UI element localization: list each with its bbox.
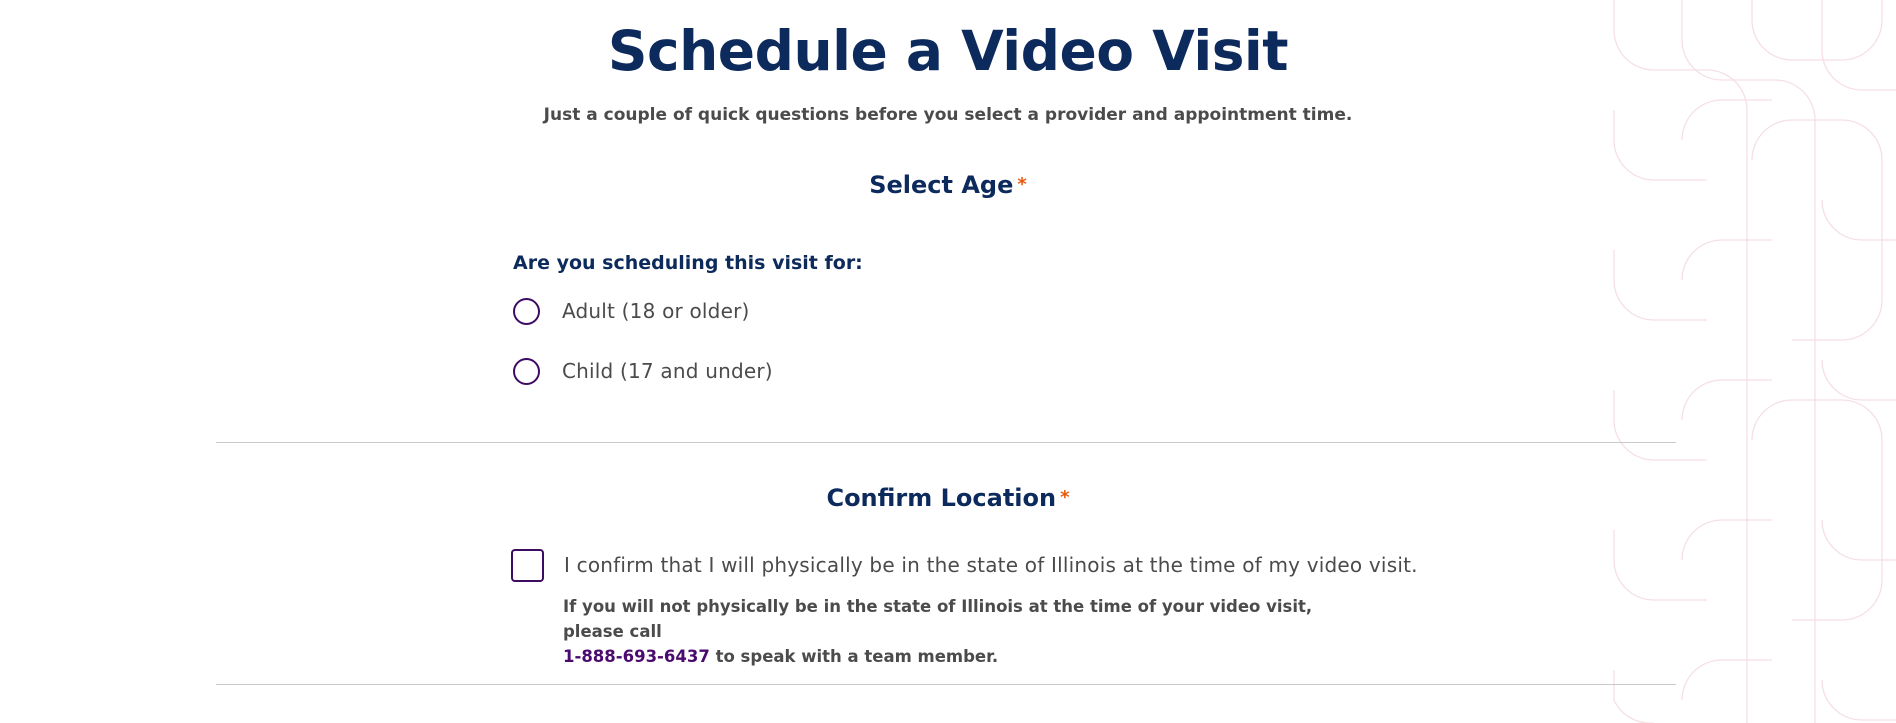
- radio-button-child[interactable]: [513, 357, 540, 385]
- location-help-text: If you will not physically be in the sta…: [563, 597, 1313, 641]
- location-help-note: If you will not physically be in the sta…: [563, 594, 1363, 669]
- location-confirm-label[interactable]: I confirm that I will physically be in t…: [564, 553, 1418, 577]
- location-confirm-checkbox-row[interactable]: I confirm that I will physically be in t…: [511, 548, 1418, 582]
- required-asterisk: *: [1060, 487, 1070, 508]
- location-help-text-end: to speak with a team member.: [709, 647, 999, 666]
- page-title: Schedule a Video Visit: [607, 19, 1289, 83]
- select-age-heading-label: Select Age: [869, 171, 1014, 199]
- phone-number-link[interactable]: 1-888-693-6437: [563, 647, 710, 666]
- required-asterisk: *: [1017, 174, 1027, 195]
- radio-button-adult[interactable]: [513, 297, 540, 325]
- age-question-label: Are you scheduling this visit for:: [513, 252, 863, 274]
- confirm-location-heading: Confirm Location *: [0, 482, 1896, 514]
- radio-option-child[interactable]: Child (17 and under): [513, 355, 773, 387]
- section-divider: [216, 442, 1676, 443]
- confirm-location-heading-label: Confirm Location: [826, 484, 1057, 512]
- radio-label-adult[interactable]: Adult (18 or older): [562, 299, 750, 323]
- location-confirm-checkbox[interactable]: [511, 548, 544, 582]
- section-divider: [216, 684, 1676, 685]
- select-age-heading: Select Age *: [0, 169, 1896, 201]
- schedule-video-visit-page: Schedule a Video Visit Just a couple of …: [0, 0, 1896, 723]
- page-subtitle: Just a couple of quick questions before …: [543, 105, 1353, 125]
- radio-label-child[interactable]: Child (17 and under): [562, 359, 773, 383]
- radio-option-adult[interactable]: Adult (18 or older): [513, 295, 750, 327]
